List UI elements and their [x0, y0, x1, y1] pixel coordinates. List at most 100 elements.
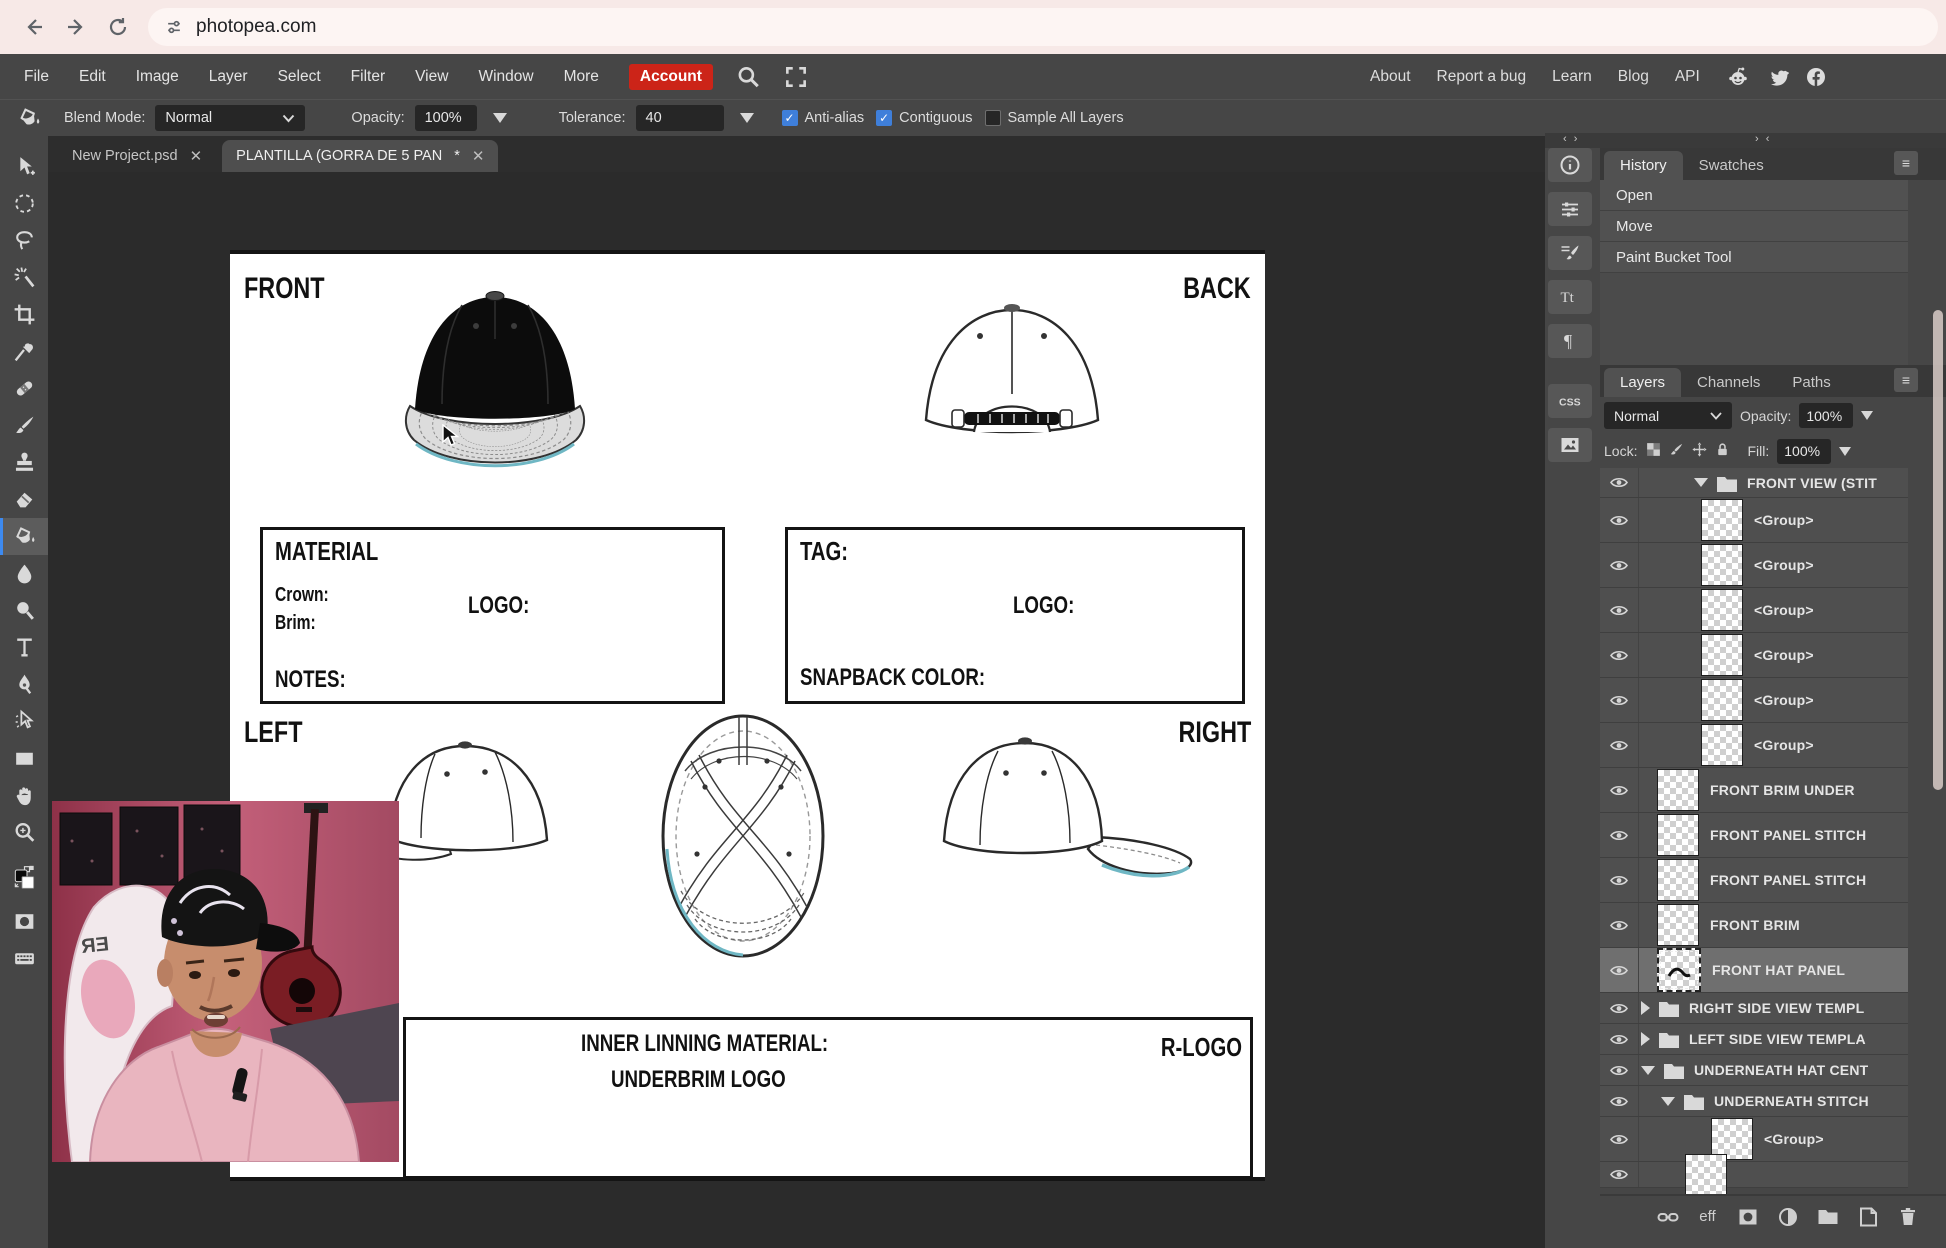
browser-scrollbar[interactable] — [1933, 310, 1943, 790]
menu-item[interactable]: Window — [478, 68, 533, 86]
layer-row[interactable]: <Group> — [1600, 588, 1908, 633]
effects-icon[interactable]: eff — [1695, 1204, 1720, 1229]
history-step[interactable]: Move — [1600, 211, 1908, 242]
expand-arrow[interactable] — [1694, 478, 1708, 487]
account-button[interactable]: Account — [629, 64, 713, 90]
expand-arrow[interactable] — [1661, 1097, 1675, 1106]
layer-row[interactable]: <Group> — [1600, 543, 1908, 588]
visibility-eye-icon[interactable] — [1600, 1024, 1639, 1054]
visibility-eye-icon[interactable] — [1600, 1086, 1639, 1116]
direct-select-tool[interactable] — [0, 703, 48, 740]
layer-row[interactable]: <Group> — [1600, 723, 1908, 768]
close-tab-icon[interactable]: ✕ — [190, 147, 203, 165]
lock-position-icon[interactable] — [1691, 441, 1708, 461]
delete-layer-icon[interactable] — [1895, 1204, 1920, 1229]
visibility-eye-icon[interactable] — [1600, 903, 1639, 947]
visibility-eye-icon[interactable] — [1600, 723, 1639, 767]
layer-row[interactable]: UNDERNEATH HAT CENT — [1600, 1055, 1908, 1086]
layer-row[interactable]: FRONT BRIM UNDER — [1600, 768, 1908, 813]
visibility-eye-icon[interactable] — [1600, 1055, 1639, 1085]
layer-fill-arrow[interactable] — [1839, 447, 1851, 456]
layer-thumbnail[interactable] — [1701, 499, 1743, 541]
option-checkbox[interactable]: ✓ Contiguous — [876, 110, 972, 126]
search-icon[interactable] — [735, 64, 761, 90]
panel-tab[interactable]: Channels — [1681, 368, 1776, 397]
visibility-eye-icon[interactable] — [1600, 858, 1639, 902]
layer-row[interactable] — [1600, 1162, 1908, 1188]
keyboard-tool[interactable] — [0, 940, 48, 977]
opacity-input[interactable]: 100% — [415, 105, 477, 131]
reddit-icon[interactable] — [1726, 65, 1750, 89]
image-panel-icon[interactable] — [1548, 428, 1592, 462]
character-panel-icon[interactable]: Tt — [1548, 280, 1592, 314]
expand-arrow[interactable] — [1641, 1066, 1655, 1075]
panel-tab[interactable]: Layers — [1604, 368, 1681, 397]
layer-opacity-input[interactable]: 100% — [1799, 403, 1853, 428]
menu-item[interactable]: Layer — [209, 68, 248, 86]
group-folder-icon[interactable] — [1815, 1204, 1840, 1229]
eraser-tool[interactable] — [0, 481, 48, 518]
collapse-right-icon[interactable]: › ‹ — [1755, 133, 1771, 145]
paragraph-panel-icon[interactable]: ¶ — [1548, 324, 1592, 358]
brush-panel-icon[interactable] — [1548, 236, 1592, 270]
layer-row[interactable]: FRONT VIEW (STIT — [1600, 468, 1908, 498]
layer-thumbnail[interactable] — [1701, 679, 1743, 721]
panel-tab[interactable]: Paths — [1776, 368, 1846, 397]
color-swatches[interactable] — [0, 851, 48, 903]
layer-row[interactable]: UNDERNEATH STITCH — [1600, 1086, 1908, 1117]
tolerance-input[interactable]: 40 — [636, 105, 724, 131]
tolerance-slider-arrow[interactable] — [740, 113, 754, 123]
shape-tool[interactable] — [0, 740, 48, 777]
visibility-eye-icon[interactable] — [1600, 993, 1639, 1023]
opacity-slider-arrow[interactable] — [493, 113, 507, 123]
twitter-icon[interactable] — [1765, 65, 1789, 89]
blur-tool[interactable] — [0, 555, 48, 592]
visibility-eye-icon[interactable] — [1600, 948, 1639, 992]
move-tool[interactable] — [0, 148, 48, 185]
menu-link[interactable]: Blog — [1618, 68, 1649, 86]
css-panel-icon[interactable]: CSS — [1548, 384, 1592, 418]
mask-icon[interactable] — [1735, 1204, 1760, 1229]
crop-tool[interactable] — [0, 296, 48, 333]
eyedropper-tool[interactable] — [0, 333, 48, 370]
layer-row[interactable]: FRONT HAT PANEL — [1600, 948, 1908, 993]
lock-all-icon[interactable] — [1714, 441, 1731, 461]
hand-tool[interactable] — [0, 777, 48, 814]
menu-item[interactable]: Select — [278, 68, 321, 86]
layer-row[interactable]: FRONT BRIM — [1600, 903, 1908, 948]
link-icon[interactable] — [1655, 1204, 1680, 1229]
address-bar[interactable]: photopea.com — [148, 8, 1938, 46]
menu-link[interactable]: Report a bug — [1437, 68, 1527, 86]
layer-row[interactable]: FRONT PANEL STITCH — [1600, 813, 1908, 858]
visibility-eye-icon[interactable] — [1600, 768, 1639, 812]
layer-thumbnail[interactable] — [1685, 1154, 1727, 1195]
visibility-eye-icon[interactable] — [1600, 588, 1639, 632]
layer-thumbnail[interactable] — [1701, 589, 1743, 631]
layer-opacity-arrow[interactable] — [1861, 411, 1873, 420]
lasso-tool[interactable] — [0, 222, 48, 259]
layer-thumbnail[interactable] — [1701, 724, 1743, 766]
menu-item[interactable]: Filter — [351, 68, 385, 86]
dodge-tool[interactable] — [0, 592, 48, 629]
document-tab[interactable]: PLANTILLA (GORRA DE 5 PAN* ✕ — [222, 140, 498, 172]
layer-row[interactable]: LEFT SIDE VIEW TEMPLA — [1600, 1024, 1908, 1055]
history-step[interactable]: Paint Bucket Tool — [1600, 242, 1908, 273]
lock-pixels-icon[interactable] — [1668, 441, 1685, 461]
menu-item[interactable]: Image — [136, 68, 179, 86]
layer-thumbnail[interactable] — [1701, 544, 1743, 586]
layer-row[interactable]: FRONT PANEL STITCH — [1600, 858, 1908, 903]
option-checkbox[interactable]: Sample All Layers — [985, 110, 1124, 126]
layer-fill-input[interactable]: 100% — [1777, 439, 1831, 464]
menu-link[interactable]: About — [1370, 68, 1411, 86]
menu-item[interactable]: View — [415, 68, 448, 86]
marquee-tool[interactable] — [0, 185, 48, 222]
magic-wand-tool[interactable] — [0, 259, 48, 296]
type-tool[interactable] — [0, 629, 48, 666]
panel-tab[interactable]: History — [1604, 151, 1683, 180]
menu-item[interactable]: More — [564, 68, 599, 86]
panel-tab[interactable]: Swatches — [1683, 151, 1780, 180]
layer-thumbnail[interactable] — [1657, 948, 1701, 992]
visibility-eye-icon[interactable] — [1600, 678, 1639, 722]
visibility-eye-icon[interactable] — [1600, 543, 1639, 587]
option-checkbox[interactable]: ✓ Anti-alias — [782, 110, 865, 126]
